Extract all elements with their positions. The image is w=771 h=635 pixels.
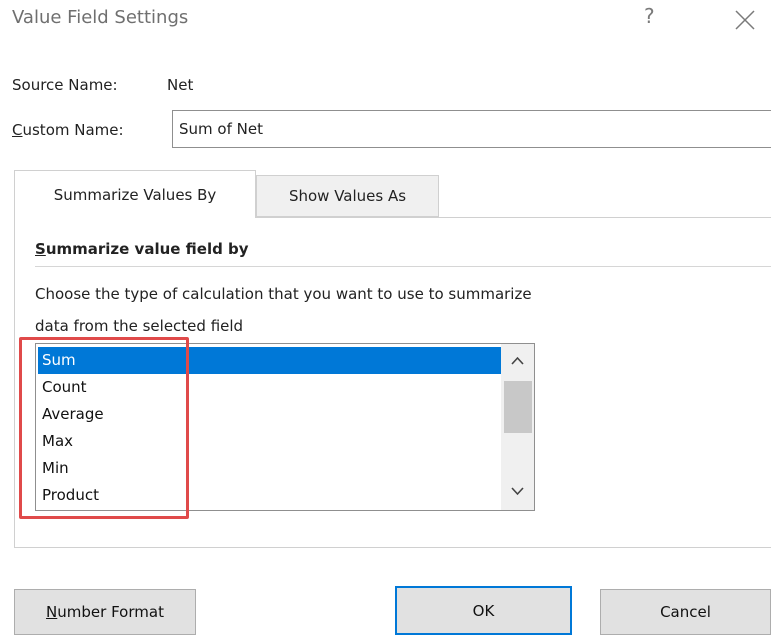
number-format-accesskey: N [46, 603, 58, 621]
list-item-count[interactable]: Count [38, 374, 502, 401]
ok-button[interactable]: OK [395, 586, 572, 635]
section-heading-text: ummarize value field by [45, 240, 249, 258]
custom-name-accesskey: C [12, 121, 23, 139]
custom-name-input[interactable] [172, 110, 771, 148]
list-item-product[interactable]: Product [38, 482, 502, 509]
chevron-up-icon [511, 356, 524, 365]
number-format-label: umber Format [57, 603, 164, 621]
list-item-sum[interactable]: Sum [38, 347, 502, 374]
tab-summarize-values-by[interactable]: Summarize Values By [14, 170, 256, 218]
section-heading-accesskey: S [35, 240, 46, 258]
scroll-down-button[interactable] [501, 478, 534, 506]
dialog-title: Value Field Settings [12, 7, 189, 28]
custom-name-label-text: ustom Name: [22, 121, 124, 139]
source-name-value: Net [167, 76, 194, 94]
list-item-average[interactable]: Average [38, 401, 502, 428]
scroll-thumb[interactable] [504, 381, 532, 433]
tab-show-values-as[interactable]: Show Values As [256, 175, 439, 217]
description-line-2: data from the selected field [35, 317, 244, 335]
section-heading: Summarize value field by [35, 240, 249, 258]
list-item-min[interactable]: Min [38, 455, 502, 482]
section-divider [35, 266, 771, 267]
custom-name-label: Custom Name: [12, 121, 124, 139]
close-icon [735, 10, 755, 30]
description-line-1: Choose the type of calculation that you … [35, 285, 532, 303]
cancel-button[interactable]: Cancel [600, 589, 771, 635]
number-format-button[interactable]: Number Format [14, 589, 196, 635]
close-button[interactable] [730, 1, 760, 35]
list-item-max[interactable]: Max [38, 428, 502, 455]
source-name-label: Source Name: [12, 76, 118, 94]
help-button[interactable]: ? [644, 4, 655, 28]
summary-function-listbox[interactable]: Sum Count Average Max Min Product [35, 343, 535, 511]
scroll-up-button[interactable] [501, 346, 534, 374]
chevron-down-icon [511, 487, 524, 496]
